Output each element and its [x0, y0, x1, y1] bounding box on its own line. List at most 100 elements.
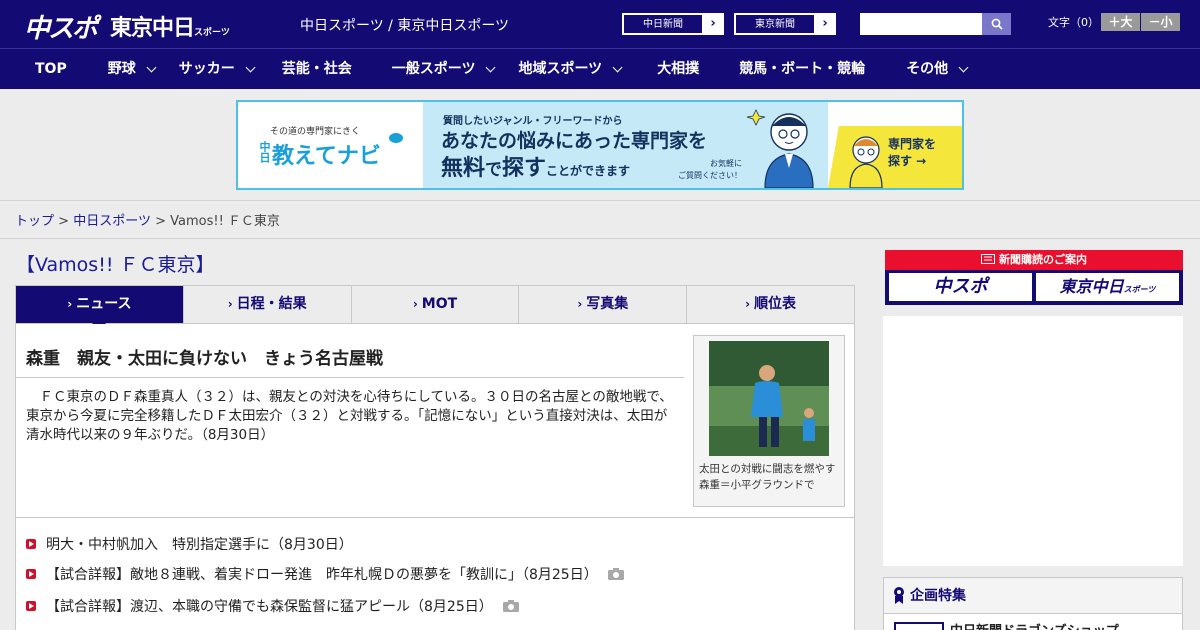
font-larger-button[interactable]: ＋大	[1101, 13, 1140, 31]
subscription-heading-text: 新聞購読のご案内	[999, 253, 1087, 266]
breadcrumb-sep: >	[155, 214, 166, 229]
banner-cta-text: 専門家を探す →	[888, 136, 936, 170]
chevron-down-icon	[245, 62, 256, 72]
chevron-down-icon	[612, 62, 623, 72]
font-smaller-button[interactable]: －小	[1141, 13, 1180, 31]
nav-label: 野球	[107, 61, 136, 77]
nav-item-soccer[interactable]: サッカー	[178, 49, 256, 89]
article-title[interactable]: 森重 親友・太田に負けない きょう名古屋戦	[26, 344, 383, 369]
nav-item-local-sports[interactable]: 地域スポーツ	[518, 49, 623, 89]
speech-bubble-icon	[389, 133, 403, 143]
banner-cta-2: 探す →	[888, 154, 927, 168]
chevron-down-icon	[486, 62, 496, 72]
site-name: 中日スポーツ / 東京中日スポーツ	[300, 18, 510, 34]
player-photo-icon	[709, 341, 829, 456]
banner-free: 無料	[441, 156, 486, 181]
banner-question: 質問したいジャンル・フリーワードから	[443, 116, 623, 127]
tab-news[interactable]: › ニュース	[16, 286, 184, 330]
list-item-text: 【試合詳報】敵地８連戦、着実ドロー発進 昨年札幌Ｄの悪夢を「教訓に」（8月25日…	[46, 567, 598, 583]
banner-casual-1: お気軽に	[710, 159, 742, 168]
nav-item-baseball[interactable]: 野球	[107, 49, 157, 89]
tokyo-shimbun-label: 東京新聞	[735, 14, 815, 34]
divider	[0, 238, 1200, 239]
bullet-icon	[26, 539, 36, 549]
nav-label: 競馬・ボート・競輪	[739, 61, 866, 77]
chunichi-shimbun-label: 中日新聞	[623, 14, 703, 34]
article-body: ＦＣ東京のＤＦ森重真人（３２）は、親友との対決を心待ちにしている。３０日の名古屋…	[26, 389, 673, 443]
list-item-text: 明大・中村帆加入 特別指定選手に（8月30日）	[46, 537, 353, 553]
feature-box: 企画特集 中日新聞ドラゴンズショップ	[883, 577, 1183, 630]
tab-schedule[interactable]: › 日程・結果	[184, 286, 352, 323]
breadcrumb-sep: >	[58, 214, 70, 229]
nav-item-other[interactable]: その他	[906, 49, 969, 89]
tab-standings[interactable]: › 順位表	[687, 286, 854, 323]
list-item[interactable]: 【試合詳報】渡辺、本職の守備でも森保監督に猛アピール（8月25日）	[26, 596, 519, 616]
top-header: 中スポ 東京中日スポーツ 中日スポーツ / 東京中日スポーツ 中日新聞 › 東京…	[0, 0, 1200, 48]
nav-item-entertainment[interactable]: 芸能・社会	[282, 49, 352, 89]
banner-headline-2: 無料で探すことができます	[441, 150, 630, 182]
tokyo-logo-text: 東京中日	[110, 16, 195, 41]
thinking-person-icon	[849, 136, 883, 188]
tab-label: 順位表	[754, 296, 797, 312]
tokyo-logo-sub: スポーツ	[194, 28, 230, 38]
nav-item-top[interactable]: TOP	[35, 49, 67, 89]
subscribe-tokyo-button[interactable]: 東京中日スポーツ	[1036, 273, 1179, 301]
banner-cta-1: 専門家を	[888, 137, 937, 151]
banner-search: 探す	[502, 156, 547, 181]
page-title: 【Vamos!! ＦＣ東京】	[16, 254, 215, 276]
chevron-right-icon: ›	[710, 16, 716, 31]
nav-label: 芸能・社会	[281, 61, 352, 77]
breadcrumb-section[interactable]: 中日スポーツ	[73, 214, 151, 229]
tokyo-chunichi-logo[interactable]: 東京中日スポーツ	[110, 10, 230, 42]
nav-label: その他	[906, 61, 949, 77]
subscribe-chuspo-button[interactable]: 中スポ	[889, 273, 1032, 301]
banner-brand-area: その道の専門家にきく 中日教えてナビ	[238, 102, 423, 188]
chevron-right-icon: ›	[67, 297, 73, 311]
ad-slot	[883, 316, 1183, 566]
chunichi-shimbun-link[interactable]: 中日新聞 ›	[622, 13, 724, 35]
tab-photos[interactable]: › 写真集	[519, 286, 688, 323]
banner-tagline: その道の専門家にきく	[270, 127, 361, 137]
breadcrumb-home[interactable]: トップ	[15, 214, 54, 229]
main-nav: TOP 野球 サッカー 芸能・社会 一般スポーツ 地域スポーツ 大相撲 競馬・ボ…	[0, 48, 1200, 89]
banner-cta[interactable]: 専門家を探す →	[828, 126, 962, 188]
tokyo-shimbun-link[interactable]: 東京新聞 ›	[734, 13, 836, 35]
chevron-right-icon: ›	[822, 16, 828, 31]
search-input[interactable]	[860, 13, 982, 35]
nav-item-sumo[interactable]: 大相撲	[657, 49, 699, 89]
breadcrumb: トップ > 中日スポーツ > Vamos!! ＦＣ東京	[15, 210, 280, 229]
subscription-heading: 新聞購読のご案内	[885, 250, 1183, 270]
feature-item[interactable]: 中日新聞ドラゴンズショップ	[950, 620, 1119, 630]
expert-illustration-icon	[746, 109, 814, 188]
nav-item-general-sports[interactable]: 一般スポーツ	[392, 49, 496, 89]
banner-zone: その道の専門家にきく 中日教えてナビ 質問したいジャンル・フリーワードから あな…	[0, 89, 1200, 201]
article-photo[interactable]	[709, 341, 829, 456]
list-item[interactable]: 【試合詳報】敵地８連戦、着実ドロー発進 昨年札幌Ｄの悪夢を「教訓に」（8月25日…	[26, 564, 624, 584]
search-button[interactable]	[982, 13, 1011, 35]
tab-mot[interactable]: › MOT	[352, 286, 520, 323]
camera-icon	[502, 600, 519, 612]
banner-can: ことができます	[546, 164, 631, 178]
news-list: 明大・中村帆加入 特別指定選手に（8月30日） 【試合詳報】敵地８連戦、着実ドロ…	[15, 518, 855, 630]
photo-caption: 太田との対戦に闘志を燃やす森重＝小平グラウンドで	[699, 463, 836, 491]
banner-casual: お気軽に ご質問ください！	[678, 158, 742, 182]
article-photo-box[interactable]: 太田との対戦に闘志を燃やす森重＝小平グラウンドで	[693, 335, 845, 507]
chevron-right-icon: ›	[412, 297, 418, 311]
chevron-right-icon: ›	[227, 297, 233, 311]
nav-label: 大相撲	[657, 61, 700, 77]
banner-brand: 中日教えてナビ	[256, 138, 397, 170]
chuspo-logo[interactable]: 中スポ	[24, 8, 98, 45]
nav-label: サッカー	[178, 61, 235, 77]
list-item[interactable]: 明大・中村帆加入 特別指定選手に（8月30日）	[26, 534, 353, 554]
banner-brand-prefix: 中日	[258, 141, 271, 163]
tab-label: 日程・結果	[236, 296, 307, 312]
oshiete-navi-banner[interactable]: その道の専門家にきく 中日教えてナビ 質問したいジャンル・フリーワードから あな…	[236, 100, 964, 190]
newspaper-icon	[981, 254, 995, 264]
tab-label: ニュース	[76, 296, 132, 312]
banner-headline-1: あなたの悩みにあった専門家を	[441, 130, 708, 152]
feature-thumbnail[interactable]	[894, 622, 944, 630]
tab-label: MOT	[421, 296, 458, 312]
bullet-icon	[26, 601, 36, 611]
nav-item-keiba[interactable]: 競馬・ボート・競輪	[739, 49, 865, 89]
chevron-right-icon: ›	[577, 297, 583, 311]
